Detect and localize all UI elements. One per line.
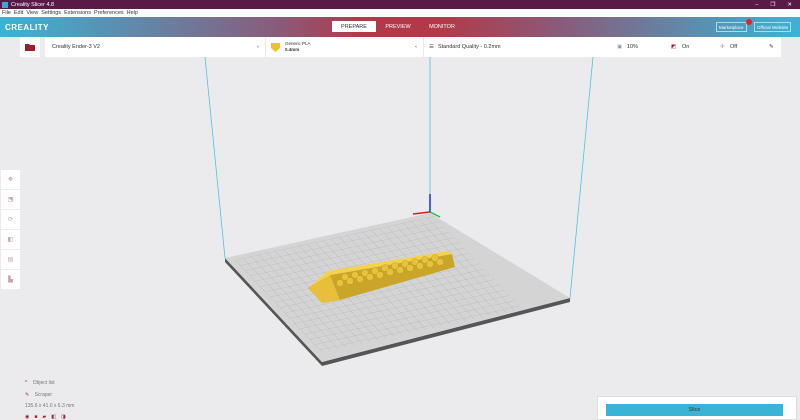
- support-icon: ◩: [671, 44, 677, 50]
- view-buttons: ◉ ■ ▰ ◧ ◨: [25, 414, 66, 420]
- menu-view[interactable]: View: [26, 10, 38, 16]
- support-value: On: [682, 44, 690, 50]
- tab-preview[interactable]: PREVIEW: [376, 21, 420, 32]
- title-bar: Creality Slicer 4.8 – ❐ ✕: [0, 0, 800, 9]
- menu-file[interactable]: File: [2, 10, 11, 16]
- marketplace-badge: [746, 19, 752, 25]
- view-left-icon[interactable]: ◧: [51, 414, 56, 420]
- object-list-toggle[interactable]: ^ Object list: [25, 380, 55, 386]
- menu-preferences[interactable]: Preferences: [94, 10, 124, 16]
- menu-extensions[interactable]: Extensions: [64, 10, 91, 16]
- axis-gizmo: [412, 194, 441, 218]
- per-model-settings-button[interactable]: ▤: [1, 250, 20, 269]
- move-tool-button[interactable]: ✥: [1, 170, 20, 189]
- open-file-button[interactable]: [20, 37, 40, 57]
- per-model-icon: ▤: [7, 257, 14, 263]
- mirror-icon: ◧: [7, 237, 14, 243]
- tab-prepare[interactable]: PREPARE: [332, 21, 376, 32]
- extruder-icon: [271, 42, 280, 52]
- adhesion-icon: ✢: [720, 44, 725, 50]
- pencil-icon: ✎: [25, 392, 30, 398]
- rotate-tool-button[interactable]: ⟳: [1, 210, 20, 229]
- profile-icon: ☰: [429, 44, 434, 50]
- view-front-icon[interactable]: ■: [34, 414, 37, 420]
- chevron-left-icon: ‹: [415, 44, 417, 50]
- official-website-button[interactable]: Official Website: [754, 22, 792, 32]
- view-top-icon[interactable]: ▰: [42, 414, 46, 420]
- menu-help[interactable]: Help: [127, 10, 138, 16]
- menu-settings[interactable]: Settings: [41, 10, 61, 16]
- move-icon: ✥: [7, 177, 14, 183]
- nozzle-size: 0.4mm: [285, 47, 300, 52]
- printer-name: Creality Ender-3 V2: [52, 44, 100, 50]
- object-name: Scraper: [34, 392, 53, 398]
- printer-selector[interactable]: Creality Ender-3 V2 ‹: [45, 37, 265, 57]
- view-3d-icon[interactable]: ◉: [25, 414, 29, 420]
- infill-icon: ▣: [617, 44, 623, 50]
- menu-edit[interactable]: Edit: [14, 10, 23, 16]
- support-blocker-button[interactable]: ▙: [1, 270, 20, 289]
- view-right-icon[interactable]: ◨: [61, 414, 66, 420]
- mirror-tool-button[interactable]: ◧: [1, 230, 20, 249]
- app-icon: [2, 1, 8, 8]
- header: CREALITY PREPARE PREVIEW MONITOR Marketp…: [0, 17, 800, 37]
- object-dimensions: 135.6 x 41.0 x 6.3 mm: [25, 403, 75, 409]
- close-button[interactable]: ✕: [787, 2, 792, 8]
- menu-bar: File Edit View Settings Extensions Prefe…: [0, 9, 800, 17]
- print-settings-selector[interactable]: ☰ Standard Quality - 0.2mm ▣ 10% ◩ On ✢ …: [424, 37, 781, 57]
- material-selector[interactable]: Generic PLA 0.4mm ‹: [266, 37, 423, 57]
- window-title: Creality Slicer 4.8: [11, 1, 55, 8]
- profile-name: Standard Quality - 0.2mm: [437, 44, 501, 50]
- build-volume-viewport[interactable]: [0, 57, 800, 420]
- slice-button[interactable]: Slice: [606, 404, 783, 416]
- minimize-button[interactable]: –: [755, 2, 758, 8]
- creality-logo: CREALITY: [5, 22, 49, 32]
- adhesion-value: Off: [730, 44, 738, 50]
- object-list-header: Object list: [32, 380, 55, 386]
- maximize-button[interactable]: ❐: [770, 2, 775, 8]
- support-blocker-icon: ▙: [8, 277, 13, 283]
- scale-tool-button[interactable]: ⬔: [1, 190, 20, 209]
- object-entry[interactable]: ✎ Scraper: [25, 392, 52, 398]
- folder-icon: [24, 43, 35, 51]
- scale-icon: ⬔: [7, 197, 14, 203]
- edit-pencil-icon[interactable]: ✎: [769, 44, 774, 50]
- tab-monitor[interactable]: MONITOR: [420, 21, 464, 32]
- marketplace-button[interactable]: Marketplace: [716, 22, 747, 32]
- chevron-left-icon: ‹: [257, 44, 259, 50]
- rotate-icon: ⟳: [7, 217, 14, 223]
- chevron-up-icon: ^: [25, 380, 28, 386]
- infill-value: 10%: [627, 44, 639, 50]
- slice-panel: Slice: [597, 396, 797, 420]
- tool-panel: ✥ ⬔ ⟳ ◧ ▤ ▙: [1, 170, 20, 289]
